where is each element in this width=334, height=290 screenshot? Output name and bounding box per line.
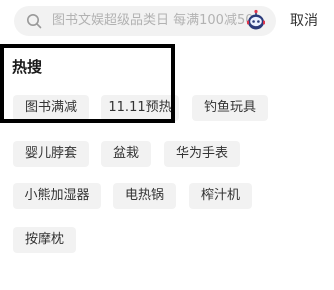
hot-search-chip[interactable]: 11.11预热 (101, 95, 179, 121)
hot-search-chip[interactable]: 榨汁机 (189, 183, 252, 209)
hot-search-chip[interactable]: 华为手表 (164, 141, 240, 167)
search-icon (27, 14, 42, 29)
hot-search-chip[interactable]: 图书满减 (13, 95, 89, 121)
hot-search-chip[interactable]: 婴儿脖套 (13, 141, 89, 167)
hot-search-chip[interactable]: 小熊加湿器 (13, 183, 101, 209)
hot-search-title: 热搜 (12, 58, 43, 76)
hot-search-chip[interactable]: 钓鱼玩具 (192, 95, 268, 121)
hot-search-chip[interactable]: 电热锅 (113, 183, 176, 209)
search-input[interactable]: 图书文娱超级品类日 每满100减50 (52, 6, 252, 36)
robot-mascot-icon[interactable] (244, 9, 268, 33)
cancel-button[interactable]: 取消 (290, 6, 318, 36)
search-bar[interactable]: 图书文娱超级品类日 每满100减50 (14, 6, 276, 36)
hot-search-chip[interactable]: 按摩枕 (13, 227, 76, 253)
hot-search-chip[interactable]: 盆栽 (101, 141, 151, 167)
